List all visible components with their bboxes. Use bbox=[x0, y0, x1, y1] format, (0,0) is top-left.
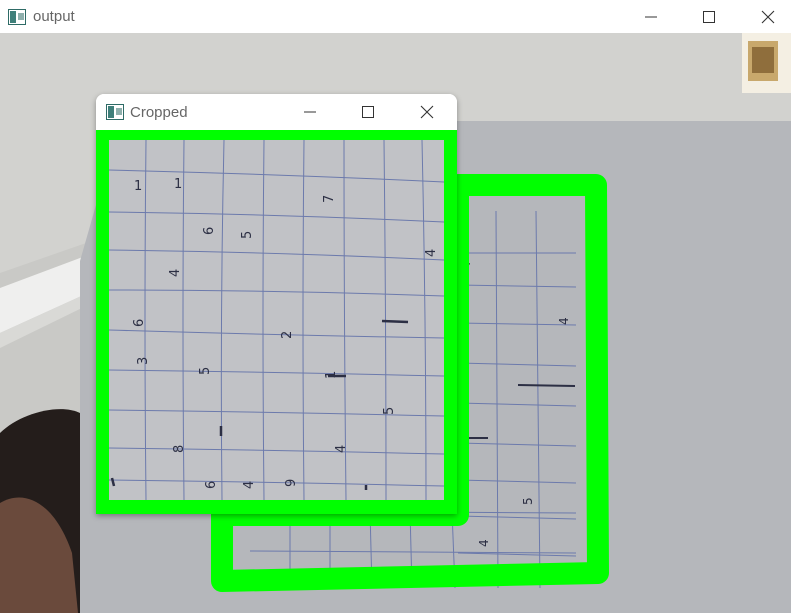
digit: 1 bbox=[174, 177, 182, 192]
maximize-icon bbox=[362, 106, 374, 118]
main-window-titlebar[interactable]: output bbox=[0, 0, 791, 33]
camera-frame: 4 4 5 4 6 1 9 Cropped 1 1 7 6 5 4 4 6 2 … bbox=[0, 33, 791, 613]
digit: 6 bbox=[202, 227, 217, 235]
minimize-button[interactable] bbox=[628, 0, 674, 33]
digit: 4 bbox=[424, 249, 439, 257]
minimize-icon bbox=[304, 111, 316, 113]
lamp-fixture bbox=[742, 33, 791, 93]
digit: 9 bbox=[284, 479, 299, 487]
digit: 2 bbox=[280, 331, 295, 339]
cropped-sudoku-image: 1 1 7 6 5 4 4 6 2 3 5 1 5 8 4 6 4 bbox=[96, 130, 457, 514]
cropped-maximize-button[interactable] bbox=[345, 94, 391, 130]
cropped-minimize-button[interactable] bbox=[287, 94, 333, 130]
digit: 5 bbox=[240, 231, 255, 239]
cropped-image: 1 1 7 6 5 4 4 6 2 3 5 1 5 8 4 6 4 bbox=[96, 130, 457, 514]
svg-text:4: 4 bbox=[477, 539, 491, 547]
digit: 8 bbox=[172, 445, 187, 453]
svg-text:5: 5 bbox=[521, 497, 535, 505]
opencv-window-icon bbox=[106, 104, 124, 120]
cropped-window-title: Cropped bbox=[130, 103, 188, 121]
digit: 7 bbox=[322, 195, 337, 203]
digit: 5 bbox=[382, 407, 397, 415]
digit: 4 bbox=[168, 269, 183, 277]
digit: 3 bbox=[136, 357, 151, 365]
digit: 5 bbox=[198, 367, 213, 375]
digit: 1 bbox=[134, 179, 142, 194]
cropped-window[interactable]: Cropped 1 1 7 6 5 4 4 6 2 3 5 5 8 4 6 4 … bbox=[96, 94, 457, 514]
digit: 4 bbox=[242, 481, 257, 489]
cropped-window-titlebar[interactable]: Cropped bbox=[96, 94, 457, 130]
maximize-button[interactable] bbox=[686, 0, 732, 33]
digit: 6 bbox=[204, 481, 219, 489]
paper-crop bbox=[109, 140, 444, 500]
minimize-icon bbox=[645, 16, 657, 17]
svg-text:4: 4 bbox=[557, 317, 571, 325]
cropped-close-button[interactable] bbox=[404, 94, 450, 130]
main-window-title: output bbox=[33, 8, 75, 25]
close-button[interactable] bbox=[745, 0, 791, 33]
close-icon bbox=[761, 10, 775, 23]
digit: 6 bbox=[132, 319, 147, 327]
close-icon bbox=[420, 105, 434, 119]
opencv-window-icon bbox=[8, 8, 26, 25]
maximize-icon bbox=[703, 10, 715, 23]
digit: 4 bbox=[334, 445, 349, 453]
